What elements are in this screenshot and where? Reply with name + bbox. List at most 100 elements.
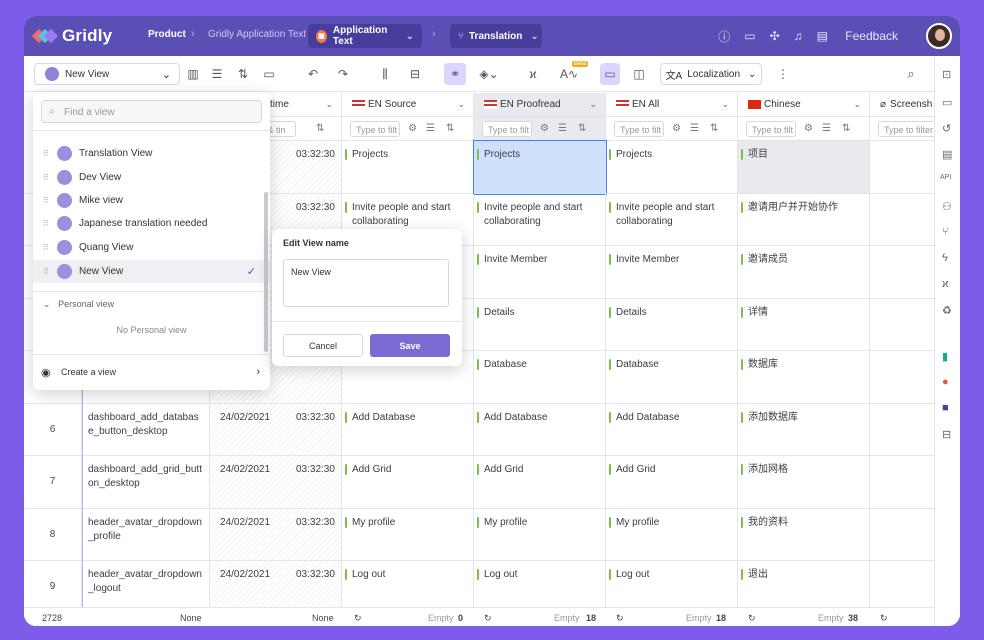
view-search-input[interactable]: ⌕ Find a view xyxy=(41,100,262,123)
cell-zh[interactable]: 邀请用户并开始协作 xyxy=(738,193,870,246)
filter-input[interactable]: Type to filt xyxy=(350,121,400,137)
plugin-icon[interactable]: ✣ xyxy=(770,29,780,43)
document-icon[interactable]: ▤ xyxy=(942,148,952,161)
cell-screenshot[interactable] xyxy=(870,246,934,299)
settings-icon[interactable]: ⚙ xyxy=(540,123,549,134)
row-number[interactable]: 7 xyxy=(24,456,82,509)
breadcrumb-product[interactable]: Product xyxy=(148,29,186,40)
view-item[interactable]: ⠿ Mike view xyxy=(33,189,270,212)
cell-src[interactable]: My profile xyxy=(342,508,474,561)
filter-icon[interactable]: ☰ xyxy=(208,63,226,85)
bell-icon[interactable]: ♫ xyxy=(794,29,803,43)
sort-icon[interactable]: ⇅ xyxy=(316,123,324,134)
cell-record-id[interactable]: header_avatar_dropdown_profile xyxy=(82,508,210,561)
cell-screenshot[interactable] xyxy=(870,456,934,509)
view-item[interactable]: ⠿ Translation View xyxy=(33,142,270,165)
cell-all[interactable]: Details xyxy=(606,298,738,351)
column-header-en-source[interactable]: EN Source ⌄ xyxy=(342,93,474,117)
row-number[interactable]: 9 xyxy=(24,561,82,607)
database-selector[interactable]: ▦ Application Text ⌄ xyxy=(308,24,422,48)
column-insert-icon[interactable]: ⫼ xyxy=(376,63,394,85)
drag-handle-icon[interactable]: ⠿ xyxy=(43,219,49,228)
folder-icon[interactable]: ▭ xyxy=(260,63,278,85)
layout-icon[interactable]: ▭ xyxy=(744,29,755,43)
view-item-selected[interactable]: ⠿ New View ✓ xyxy=(33,260,270,283)
column-header-en-all[interactable]: EN All ⌄ xyxy=(606,93,738,117)
history-icon[interactable]: ↺ xyxy=(942,122,951,135)
app-logo[interactable]: Gridly xyxy=(31,26,134,46)
help-icon[interactable]: ⓘ xyxy=(718,28,730,45)
filter-input[interactable]: Type to filt xyxy=(482,121,532,137)
cell-all[interactable]: Log out xyxy=(606,561,738,607)
cell-datetime[interactable]: 24/02/2021 03:32:30 xyxy=(210,508,342,561)
scrollbar[interactable] xyxy=(264,192,268,352)
cell-src[interactable]: Add Grid xyxy=(342,456,474,509)
cell-src[interactable]: Log out xyxy=(342,561,474,607)
filter-icon[interactable]: ☰ xyxy=(822,123,831,134)
filter-input[interactable]: Type to filt xyxy=(746,121,796,137)
refresh-icon[interactable]: ↻ xyxy=(748,613,756,624)
sort-icon[interactable]: ⇅ xyxy=(578,123,586,134)
function-icon[interactable]: ϰ xyxy=(942,278,949,290)
columns-icon[interactable]: ▥ xyxy=(184,63,202,85)
refresh-icon[interactable]: ↻ xyxy=(484,613,492,624)
formula-icon[interactable]: ϰ xyxy=(524,63,542,85)
view-name-input[interactable]: New View xyxy=(283,259,449,307)
cell-proof[interactable]: My profile xyxy=(474,508,606,561)
chevron-down-icon[interactable]: ⌄ xyxy=(853,99,861,110)
cell-record-id[interactable]: dashboard_add_grid_button_desktop xyxy=(82,456,210,509)
cell-screenshot[interactable] xyxy=(870,561,934,607)
drag-handle-icon[interactable]: ⠿ xyxy=(43,149,49,158)
cell-screenshot[interactable] xyxy=(870,141,934,194)
cell-proof[interactable]: Add Database xyxy=(474,403,606,456)
settings-icon[interactable]: ⚙ xyxy=(672,123,681,134)
drag-handle-icon[interactable]: ⠿ xyxy=(43,196,49,205)
row-insert-icon[interactable]: ⊟ xyxy=(406,63,424,85)
filter-input[interactable]: Type to filter xyxy=(878,121,934,137)
cell-proof[interactable]: Log out xyxy=(474,561,606,607)
drag-handle-icon[interactable]: ⠿ xyxy=(43,267,49,276)
column-header-chinese[interactable]: Chinese ⌄ xyxy=(738,93,870,117)
feedback-button[interactable]: ▤ Feedback xyxy=(817,29,912,43)
cell-all[interactable]: Database xyxy=(606,351,738,404)
cell-zh[interactable]: 我的资料 xyxy=(738,508,870,561)
sort-icon[interactable]: ⇅ xyxy=(234,63,252,85)
settings-icon[interactable]: ⚙ xyxy=(408,123,417,134)
cell-datetime[interactable]: 24/02/2021 03:32:30 xyxy=(210,403,342,456)
comment-icon[interactable]: ▭ xyxy=(942,96,952,109)
sort-icon[interactable]: ⇅ xyxy=(710,123,718,134)
refresh-icon[interactable]: ↻ xyxy=(616,613,624,624)
view-item[interactable]: ⠿ Japanese translation needed xyxy=(33,212,270,235)
spellcheck-icon[interactable]: A∿ Beta xyxy=(554,61,589,85)
refresh-icon[interactable]: ↻ xyxy=(354,613,362,624)
create-view-button[interactable]: ◉ Create a view › xyxy=(33,362,270,384)
integration-c-icon[interactable]: ■ xyxy=(942,402,949,414)
breadcrumb-project[interactable]: Gridly Application Text xyxy=(208,29,306,40)
cell-all[interactable]: My profile xyxy=(606,508,738,561)
filter-icon[interactable]: ☰ xyxy=(558,123,567,134)
undo-icon[interactable]: ↶ xyxy=(304,63,322,85)
refresh-icon[interactable]: ↻ xyxy=(880,613,888,624)
filter-icon[interactable]: ☰ xyxy=(426,123,435,134)
cell-record-id[interactable]: dashboard_add_database_button_desktop xyxy=(82,403,210,456)
personal-view-header[interactable]: ⌄ Personal view xyxy=(43,299,114,310)
cell-proof-selected[interactable]: Projects xyxy=(473,140,607,195)
more-icon[interactable]: ⋮ xyxy=(774,63,792,85)
cell-all[interactable]: Invite Member xyxy=(606,246,738,299)
link-icon[interactable]: ⚭ xyxy=(444,63,466,85)
view-selector[interactable]: New View ⌄ xyxy=(34,63,180,85)
layout-toggle-icon[interactable]: ◫ xyxy=(630,63,648,85)
cell-zh[interactable]: 邀请成员 xyxy=(738,246,870,299)
redo-icon[interactable]: ↷ xyxy=(334,63,352,85)
cell-src[interactable]: Add Database xyxy=(342,403,474,456)
cell-datetime[interactable]: 24/02/2021 03:32:30 xyxy=(210,561,342,607)
row-number[interactable]: 8 xyxy=(24,508,82,561)
cell-proof[interactable]: Add Grid xyxy=(474,456,606,509)
chevron-down-icon[interactable]: ⌄ xyxy=(325,99,333,110)
save-button[interactable]: Save xyxy=(370,334,450,357)
users-icon[interactable]: ⚇ xyxy=(942,200,952,213)
settings-icon[interactable]: ⚙ xyxy=(804,123,813,134)
cell-proof[interactable]: Invite people and start collaborating xyxy=(474,193,606,246)
localization-selector[interactable]: 文A Localization ⌄ xyxy=(660,63,762,85)
cell-record-id[interactable]: header_avatar_dropdown_logout xyxy=(82,561,210,607)
